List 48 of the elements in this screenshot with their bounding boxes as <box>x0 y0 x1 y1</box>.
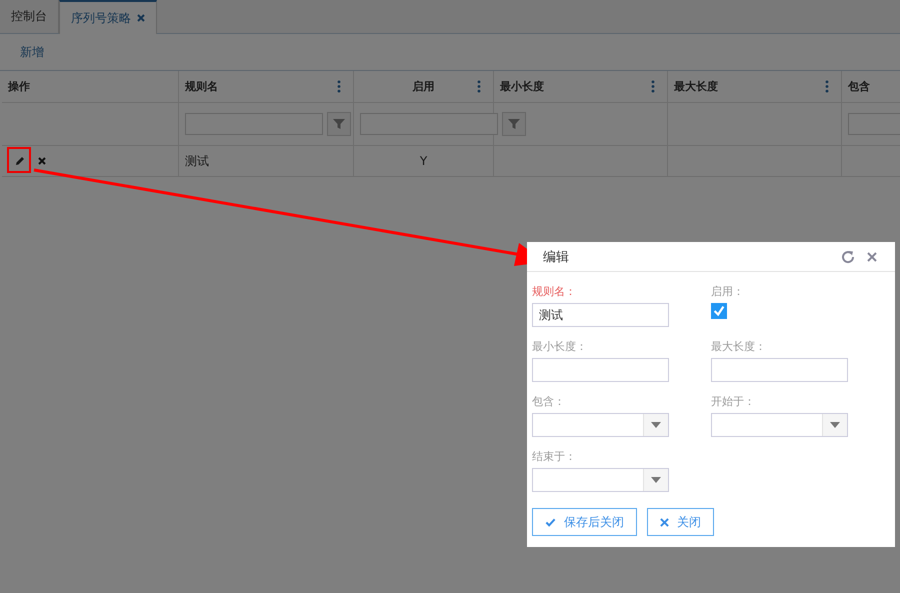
column-header: 最小长度 <box>500 79 544 94</box>
dialog-button[interactable]: 关闭 <box>647 508 714 536</box>
dialog-title: 编辑 <box>543 248 570 266</box>
field-label: 开始于： <box>711 394 755 409</box>
column-header: 启用 <box>412 79 434 94</box>
funnel-icon <box>333 118 345 130</box>
text-field[interactable]: 测试 <box>532 303 669 327</box>
field-label: 最小长度： <box>532 339 587 354</box>
text-field[interactable] <box>532 358 669 382</box>
add-link[interactable]: 新增 <box>20 44 44 60</box>
table-cell: 测试 <box>185 152 209 170</box>
field-label: 结束于： <box>532 449 576 464</box>
column-header: 最大长度 <box>674 79 718 94</box>
filter-button[interactable] <box>502 112 526 136</box>
highlight-frame <box>7 147 31 173</box>
column-menu-icon[interactable] <box>477 80 481 93</box>
field-label: 最大长度： <box>711 339 766 354</box>
check-icon <box>545 516 556 528</box>
checkbox[interactable] <box>711 303 727 319</box>
column-menu-icon[interactable] <box>337 80 341 93</box>
filter-button[interactable] <box>327 112 351 136</box>
pencil-icon[interactable] <box>14 155 26 167</box>
close-icon <box>660 518 669 526</box>
refresh-icon[interactable] <box>841 250 855 264</box>
caret-icon <box>651 477 661 483</box>
dialog-button[interactable]: 保存后关闭 <box>532 508 637 536</box>
field-label: 启用： <box>711 284 744 299</box>
close-icon[interactable] <box>867 252 877 262</box>
field-label: 规则名： <box>532 284 576 299</box>
delete-icon[interactable] <box>38 157 46 165</box>
dropdown-field[interactable] <box>532 413 669 437</box>
table-cell: Y <box>420 154 428 168</box>
column-header: 包含 <box>848 79 870 94</box>
dropdown-field[interactable] <box>532 468 669 492</box>
funnel-icon <box>508 118 520 130</box>
column-menu-icon[interactable] <box>651 80 655 93</box>
dropdown-field[interactable] <box>711 413 848 437</box>
field-label: 包含： <box>532 394 565 409</box>
column-header: 规则名 <box>185 79 218 94</box>
filter-input[interactable] <box>185 113 323 135</box>
column-menu-icon[interactable] <box>825 80 829 93</box>
caret-icon <box>651 422 661 428</box>
text-field[interactable] <box>711 358 848 382</box>
close-icon[interactable] <box>137 14 145 22</box>
filter-input[interactable] <box>360 113 498 135</box>
column-header: 操作 <box>8 79 30 94</box>
tab[interactable]: 序列号策略 <box>59 0 157 34</box>
caret-icon <box>830 422 840 428</box>
